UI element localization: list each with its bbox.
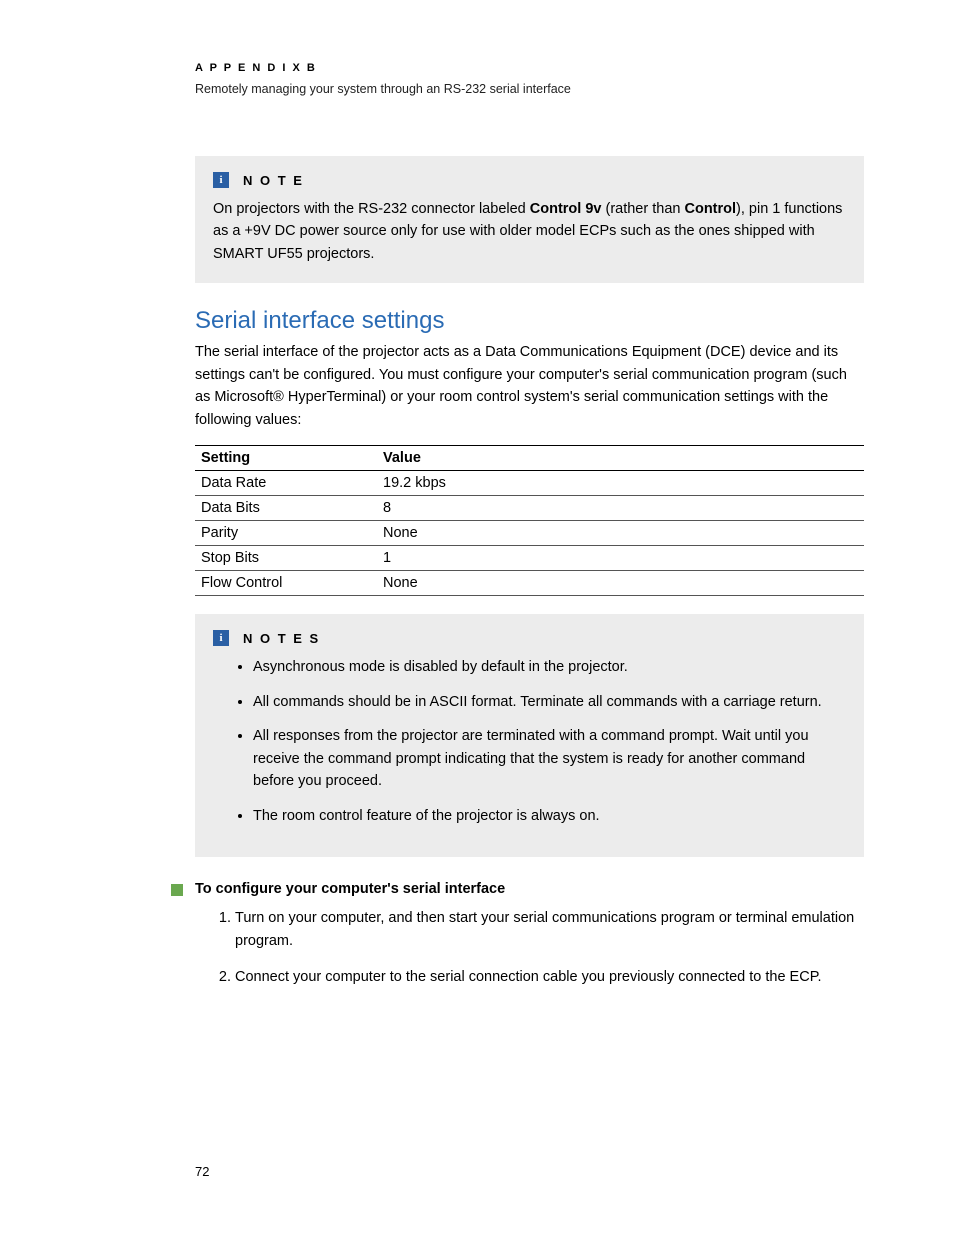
info-icon: i: [213, 630, 229, 646]
table-cell: 8: [377, 496, 864, 521]
note-box: i N O T E On projectors with the RS-232 …: [195, 156, 864, 283]
table-header: Value: [377, 446, 864, 471]
list-item: All commands should be in ASCII format. …: [253, 691, 846, 713]
page-number: 72: [195, 1164, 209, 1179]
table-cell: None: [377, 521, 864, 546]
info-icon: i: [213, 172, 229, 188]
table-cell: 1: [377, 546, 864, 571]
table-row: Stop Bits1: [195, 546, 864, 571]
table-cell: 19.2 kbps: [377, 471, 864, 496]
note-header: i N O T E: [213, 172, 846, 188]
note-text: On projectors with the RS-232 connector …: [213, 201, 530, 217]
table-cell: None: [377, 571, 864, 596]
procedure-block: To configure your computer's serial inte…: [195, 881, 864, 1002]
table-header: Setting: [195, 446, 377, 471]
table-cell: Stop Bits: [195, 546, 377, 571]
note-bold: Control 9v: [530, 201, 602, 217]
list-item: Turn on your computer, and then start yo…: [235, 907, 864, 952]
notes-label: N O T E S: [243, 631, 320, 646]
notes-list: Asynchronous mode is disabled by default…: [213, 656, 846, 827]
appendix-label: A P P E N D I X B: [195, 62, 864, 74]
notes-header: i N O T E S: [213, 630, 846, 646]
note-text: (rather than: [601, 201, 684, 217]
square-icon: [171, 884, 183, 896]
table-row: Flow ControlNone: [195, 571, 864, 596]
list-item: All responses from the projector are ter…: [253, 725, 846, 792]
procedure-header: To configure your computer's serial inte…: [195, 881, 864, 1002]
table-cell: Parity: [195, 521, 377, 546]
table-cell: Data Rate: [195, 471, 377, 496]
table-row: Data Rate19.2 kbps: [195, 471, 864, 496]
procedure-list: Turn on your computer, and then start yo…: [195, 907, 864, 988]
table-cell: Flow Control: [195, 571, 377, 596]
table-cell: Data Bits: [195, 496, 377, 521]
procedure-title-wrap: To configure your computer's serial inte…: [195, 881, 864, 1002]
notes-box: i N O T E S Asynchronous mode is disable…: [195, 614, 864, 857]
list-item: Asynchronous mode is disabled by default…: [253, 656, 846, 678]
note-body: On projectors with the RS-232 connector …: [213, 198, 846, 265]
settings-table: Setting Value Data Rate19.2 kbps Data Bi…: [195, 445, 864, 596]
list-item: Connect your computer to the serial conn…: [235, 966, 864, 988]
table-row: ParityNone: [195, 521, 864, 546]
note-bold: Control: [684, 201, 736, 217]
table-row: Data Bits8: [195, 496, 864, 521]
note-label: N O T E: [243, 173, 304, 188]
header-subtitle: Remotely managing your system through an…: [195, 82, 864, 96]
section-body: The serial interface of the projector ac…: [195, 341, 864, 431]
document-page: A P P E N D I X B Remotely managing your…: [0, 0, 954, 1235]
procedure-title: To configure your computer's serial inte…: [195, 881, 864, 897]
section-heading: Serial interface settings: [195, 307, 864, 335]
table-header-row: Setting Value: [195, 446, 864, 471]
list-item: The room control feature of the projecto…: [253, 805, 846, 827]
